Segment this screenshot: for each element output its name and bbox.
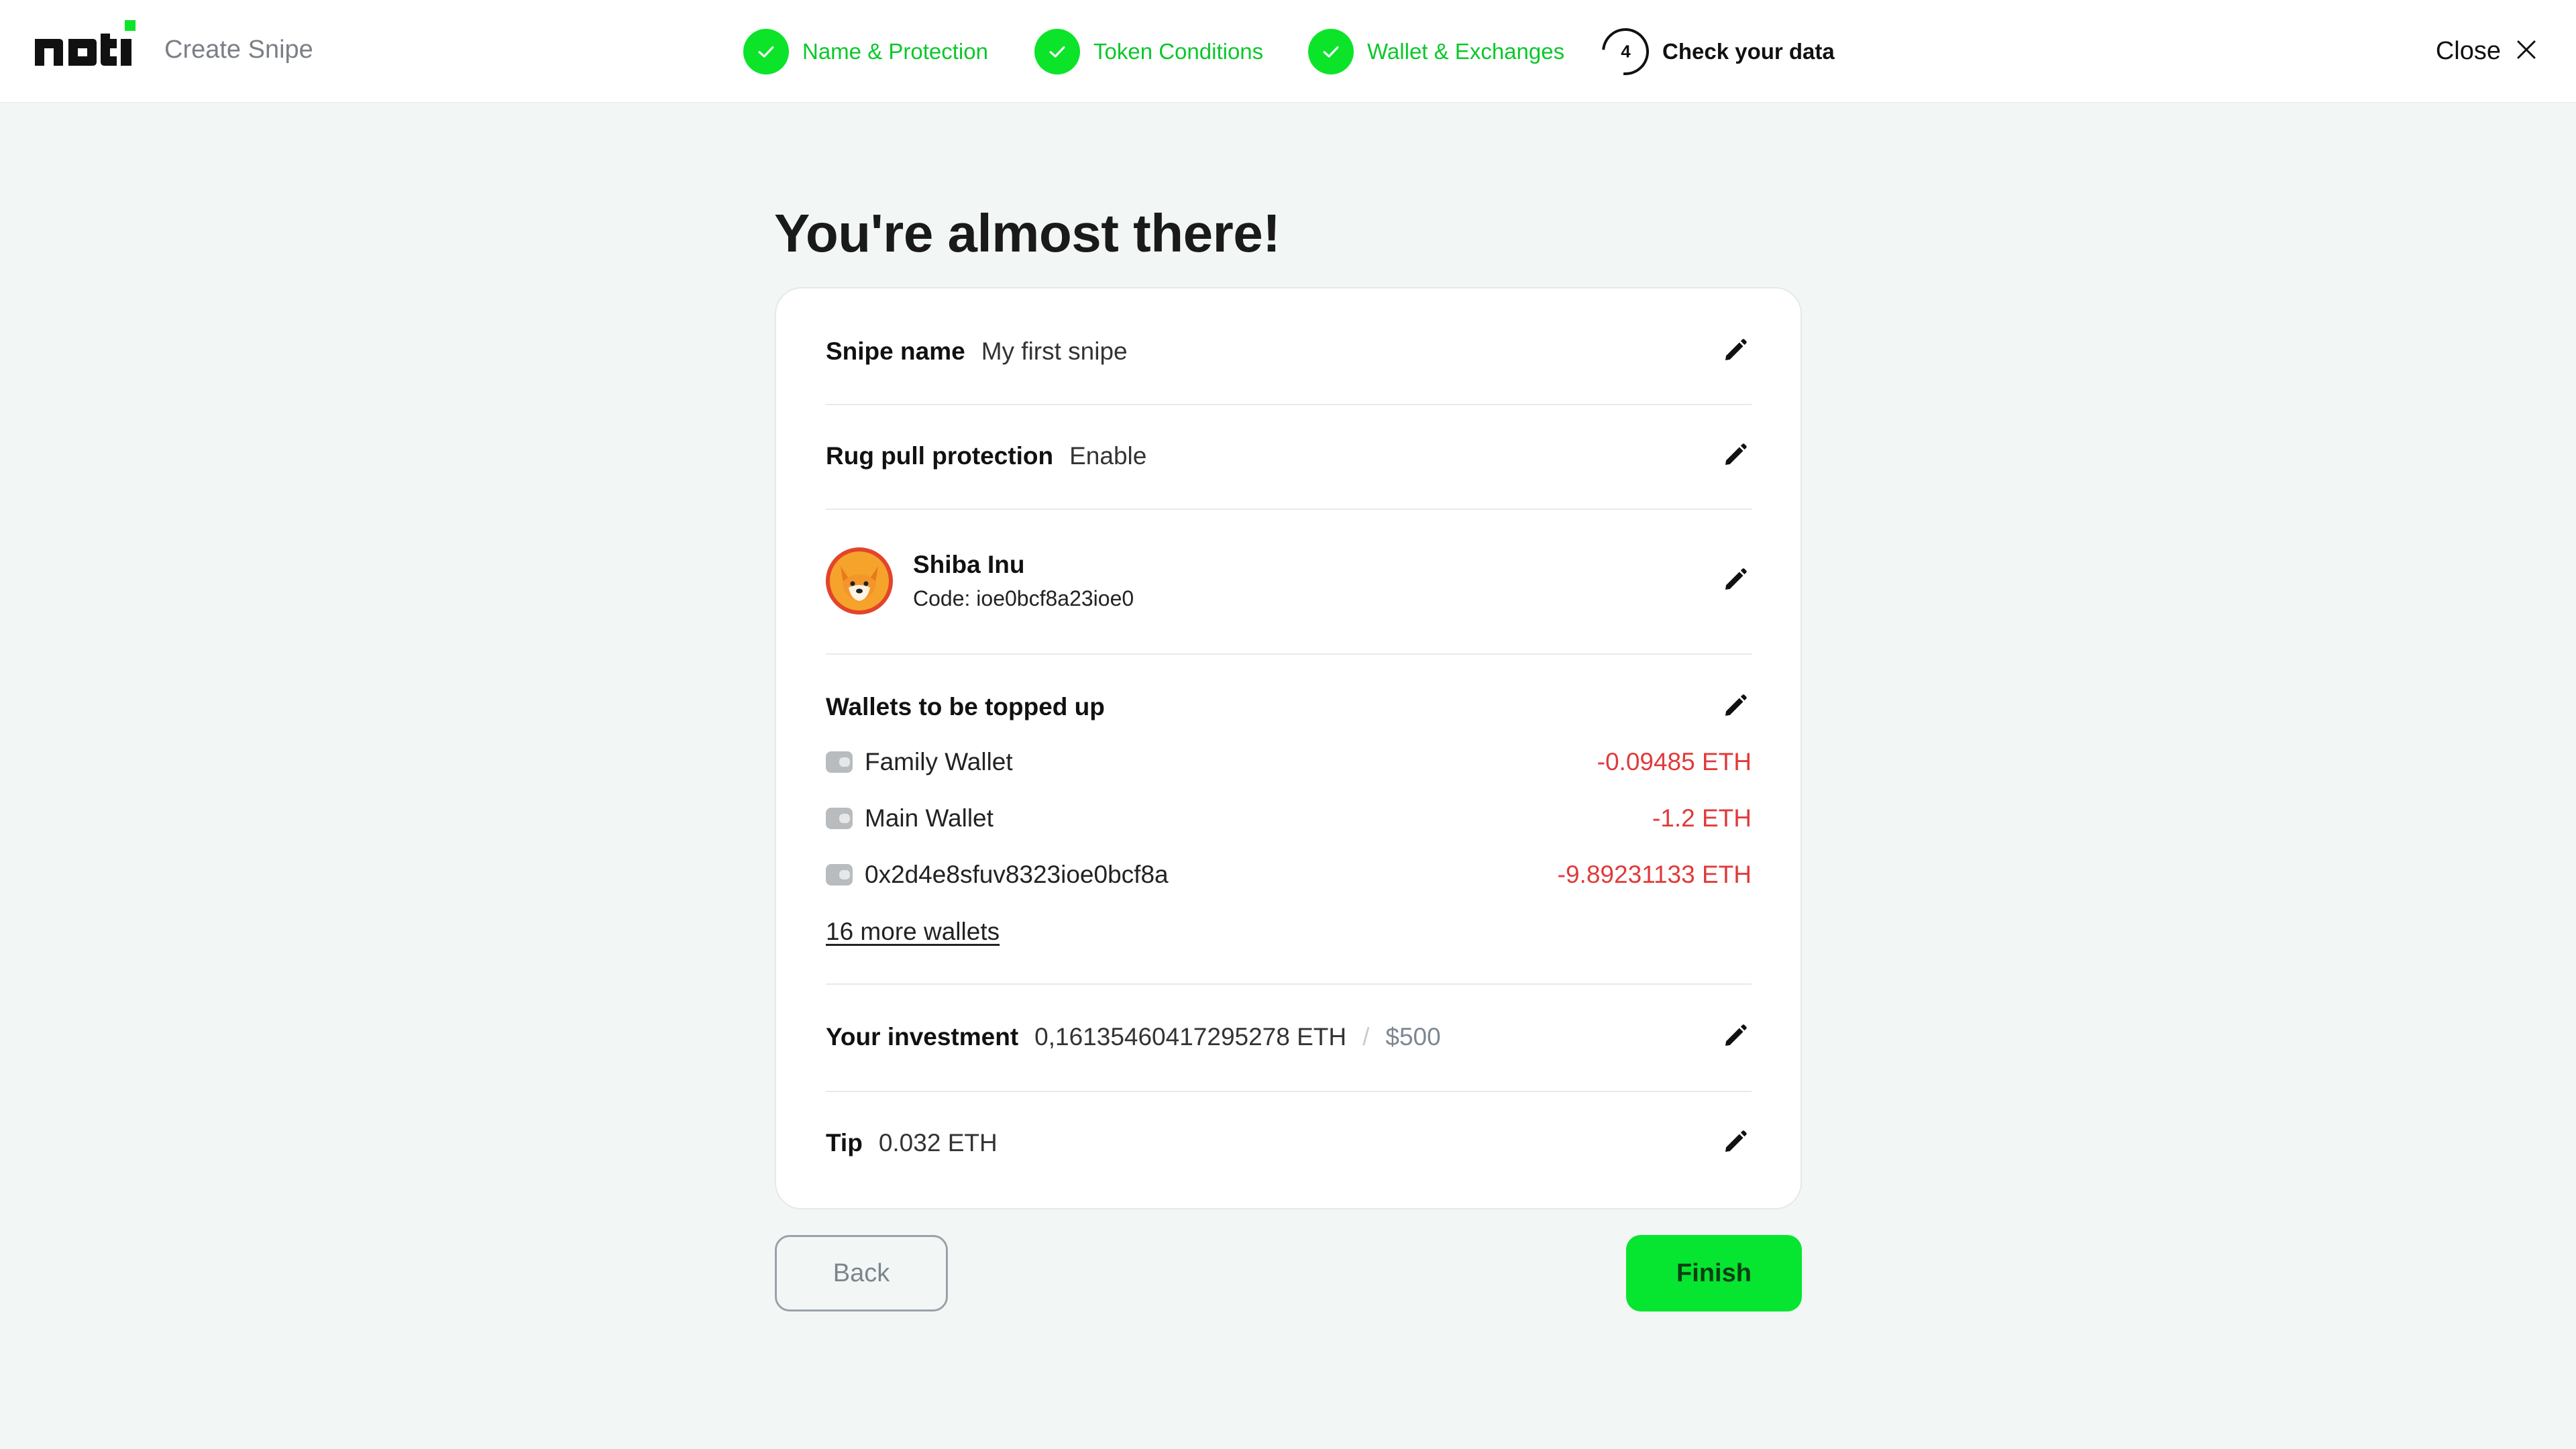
wallets-title: Wallets to be topped up <box>826 693 1105 720</box>
rug-pull-value: Enable <box>1069 442 1147 470</box>
wallet-name: Family Wallet <box>865 748 1013 775</box>
tip-value: 0.032 ETH <box>878 1129 998 1157</box>
tip-row: Tip 0.032 ETH <box>826 1123 1752 1163</box>
wallet-icon <box>826 751 853 773</box>
check-icon <box>1034 29 1080 74</box>
snipe-name-row: Snipe name My first snipe <box>826 331 1752 372</box>
wallet-name: 0x2d4e8sfuv8323ioe0bcf8a <box>865 861 1169 888</box>
step-label: Name & Protection <box>802 39 988 64</box>
wallet-amount: -0.09485 ETH <box>1597 748 1752 775</box>
nbti-logo[interactable] <box>34 19 136 68</box>
check-icon <box>1308 29 1354 74</box>
tip-label: Tip <box>826 1129 863 1157</box>
investment-label: Your investment <box>826 1023 1019 1051</box>
more-wallets-link[interactable]: 16 more wallets <box>826 918 1000 946</box>
step-number-badge: 4 <box>1592 18 1659 85</box>
list-item: Family Wallet -0.09485 ETH <box>826 742 1752 782</box>
step-token-conditions[interactable]: Token Conditions <box>1034 27 1263 76</box>
wallet-name: Main Wallet <box>865 804 994 832</box>
wallet-icon <box>826 808 853 829</box>
divider <box>826 404 1752 405</box>
check-icon <box>743 29 789 74</box>
wallets-section: Wallets to be topped up Family Wallet -0… <box>826 687 1752 989</box>
wallet-amount: -1.2 ETH <box>1652 804 1752 832</box>
step-name-protection[interactable]: Name & Protection <box>743 27 988 76</box>
pencil-icon <box>1722 337 1749 367</box>
shiba-inu-logo-icon <box>826 547 893 614</box>
step-wallet-exchanges[interactable]: Wallet & Exchanges <box>1308 27 1564 76</box>
snipe-name-value: My first snipe <box>981 337 1128 365</box>
divider <box>826 983 1752 985</box>
investment-row: Your investment 0,16135460417295278 ETH … <box>826 1017 1752 1057</box>
token-name: Shiba Inu <box>913 551 1025 578</box>
pencil-icon <box>1722 441 1749 472</box>
edit-investment-button[interactable] <box>1719 1021 1752 1053</box>
value-separator: / <box>1362 1023 1370 1051</box>
step-label: Wallet & Exchanges <box>1367 39 1565 64</box>
pencil-icon <box>1722 1128 1749 1159</box>
close-label: Close <box>2435 36 2501 65</box>
divider <box>826 508 1752 510</box>
pencil-icon <box>1722 566 1749 596</box>
close-icon <box>2514 38 2538 65</box>
wallet-icon <box>826 864 853 885</box>
close-button[interactable]: Close <box>2436 31 2538 71</box>
edit-rug-pull-button[interactable] <box>1719 440 1752 472</box>
list-item: Main Wallet -1.2 ETH <box>826 798 1752 839</box>
rug-pull-label: Rug pull protection <box>826 442 1054 470</box>
token-code: Code: ioe0bcf8a23ioe0 <box>913 586 1134 610</box>
investment-eth-value: 0,16135460417295278 ETH <box>1034 1023 1347 1051</box>
back-button[interactable]: Back <box>775 1235 948 1311</box>
divider <box>826 653 1752 655</box>
investment-usd-value: $500 <box>1385 1023 1441 1051</box>
rug-pull-row: Rug pull protection Enable <box>826 436 1752 476</box>
top-bar: Create Snipe Name & Protection Token Con… <box>0 0 2576 103</box>
step-label: Check your data <box>1662 39 1835 64</box>
edit-tip-button[interactable] <box>1719 1127 1752 1159</box>
summary-card: Snipe name My first snipe Rug pull prote… <box>775 287 1802 1210</box>
token-row: Shiba Inu Code: ioe0bcf8a23ioe0 <box>826 547 1752 614</box>
page-title: You're almost there! <box>774 203 1281 263</box>
pencil-icon <box>1722 1022 1749 1053</box>
edit-wallets-button[interactable] <box>1719 691 1752 723</box>
list-item: 0x2d4e8sfuv8323ioe0bcf8a -9.89231133 ETH <box>826 855 1752 895</box>
divider <box>826 1091 1752 1092</box>
pencil-icon <box>1722 692 1749 722</box>
wallet-amount: -9.89231133 ETH <box>1557 861 1752 888</box>
snipe-name-label: Snipe name <box>826 337 965 365</box>
app-title: Create Snipe <box>164 36 313 64</box>
finish-button[interactable]: Finish <box>1626 1235 1802 1311</box>
step-check-data[interactable]: 4 Check your data <box>1592 18 1835 85</box>
edit-snipe-name-button[interactable] <box>1719 335 1752 368</box>
step-label: Token Conditions <box>1093 39 1264 64</box>
edit-token-button[interactable] <box>1719 565 1752 597</box>
